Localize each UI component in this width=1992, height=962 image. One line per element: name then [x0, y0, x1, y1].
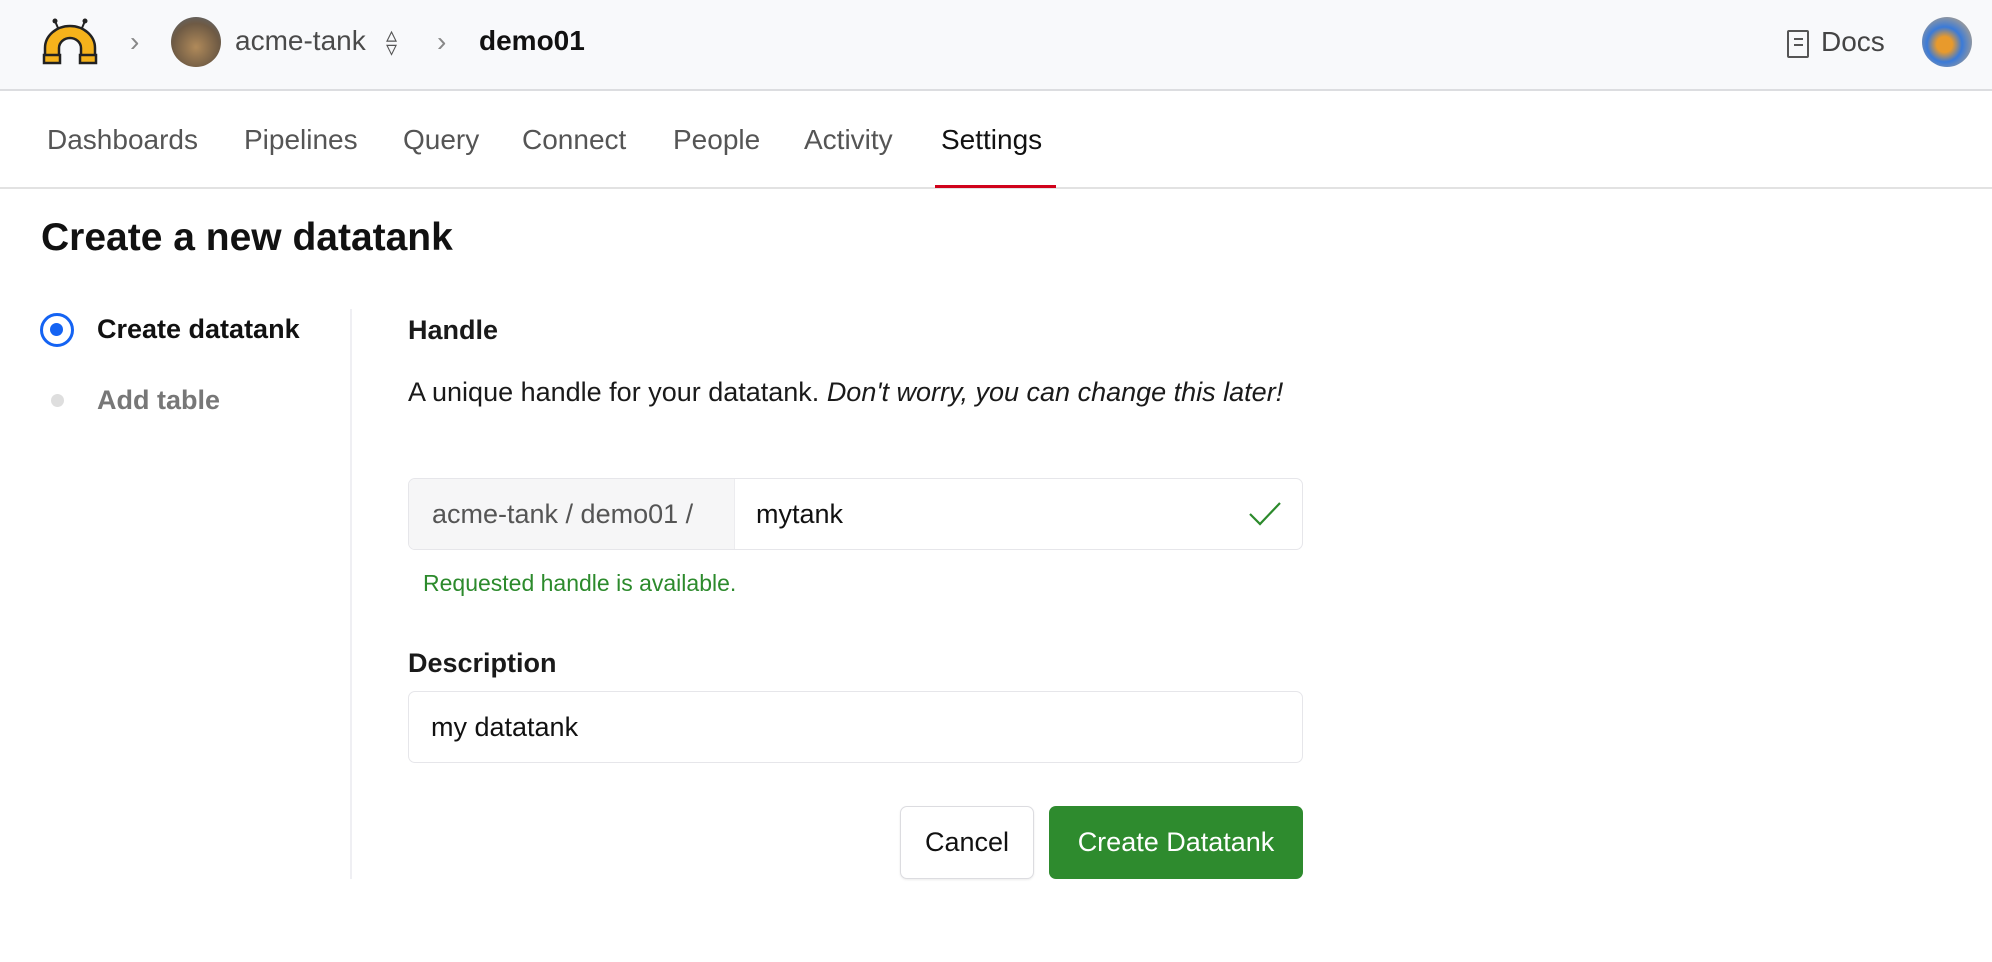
- step-create-datatank: Create datatank: [97, 314, 300, 344]
- create-datatank-button[interactable]: Create Datatank: [1049, 806, 1303, 879]
- cancel-button[interactable]: Cancel: [900, 806, 1034, 879]
- tab-people[interactable]: People: [673, 91, 760, 189]
- tab-activity[interactable]: Activity: [804, 91, 893, 189]
- handle-input[interactable]: mytank: [735, 479, 1302, 549]
- step-current-icon: [40, 313, 74, 347]
- handle-status: Requested handle is available.: [423, 570, 737, 596]
- handle-label: Handle: [408, 315, 499, 345]
- active-tab-indicator: [935, 185, 1056, 188]
- tab-settings[interactable]: Settings: [941, 91, 1042, 189]
- org-name[interactable]: acme-tank: [235, 25, 366, 57]
- tab-query[interactable]: Query: [403, 91, 479, 189]
- tab-connect[interactable]: Connect: [522, 91, 626, 189]
- book-icon: [1787, 30, 1809, 58]
- page-title: Create a new datatank: [41, 216, 453, 259]
- user-avatar[interactable]: [1922, 17, 1972, 67]
- up-down-icon[interactable]: ▵ ▿: [386, 24, 397, 60]
- step-add-table: Add table: [97, 385, 221, 415]
- top-bar: › acme-tank ▵ ▿ › demo01 Docs: [0, 0, 1992, 91]
- step-pending-icon: [51, 394, 64, 407]
- handle-input-group: acme-tank / demo01 / mytank: [408, 478, 1303, 550]
- tank-avatar[interactable]: [171, 17, 221, 67]
- handle-help-italic: Don't worry, you can change this later!: [826, 377, 1284, 407]
- steps-divider: [350, 309, 352, 879]
- check-icon: [1249, 502, 1281, 526]
- description-input[interactable]: my datatank: [408, 691, 1303, 763]
- magnet-logo-icon[interactable]: [41, 18, 99, 66]
- main-tabs: Dashboards Pipelines Query Connect Peopl…: [0, 91, 1992, 189]
- handle-help-text: A unique handle for your datatank. Don't…: [408, 372, 1308, 413]
- description-label: Description: [408, 648, 557, 678]
- tab-dashboards[interactable]: Dashboards: [47, 91, 198, 189]
- docs-link[interactable]: Docs: [1821, 26, 1885, 58]
- chevron-right-icon: ›: [437, 26, 447, 57]
- handle-value[interactable]: mytank: [756, 499, 1248, 530]
- chevron-right-icon: ›: [130, 26, 140, 57]
- handle-prefix: acme-tank / demo01 /: [409, 479, 735, 549]
- handle-help: A unique handle for your datatank.: [408, 377, 827, 407]
- tab-pipelines[interactable]: Pipelines: [244, 91, 358, 189]
- project-name[interactable]: demo01: [479, 25, 585, 57]
